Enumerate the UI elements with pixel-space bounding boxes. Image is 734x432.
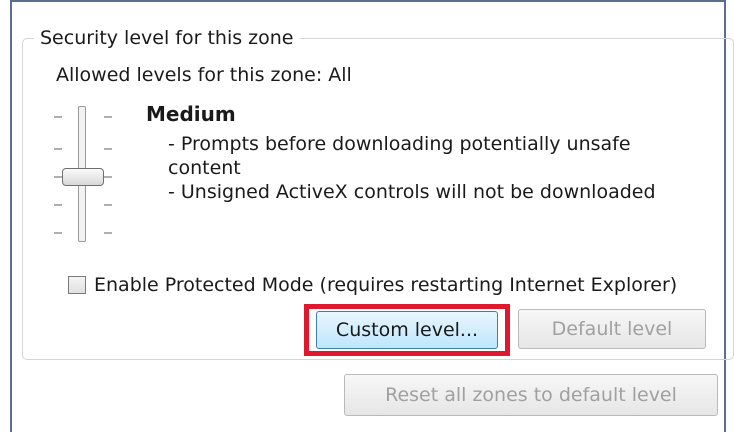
allowed-levels-label: Allowed levels for this zone: All [56,64,352,86]
slider-tick [104,204,112,206]
slider-tick [54,204,62,206]
slider-thumb[interactable] [62,168,104,186]
slider-tick [104,176,112,178]
level-description-line: - Unsigned ActiveX controls will not be … [168,181,656,203]
slider-tick [104,148,112,150]
slider-tick [54,148,62,150]
protected-mode-checkbox[interactable] [68,276,86,294]
level-title: Medium [146,102,236,126]
slider-tick [54,116,62,118]
slider-tick [54,176,62,178]
level-description-line: content [168,157,241,179]
group-legend: Security level for this zone [34,27,300,49]
level-description-line: - Prompts before downloading potentially… [168,133,631,155]
slider-tick [54,232,62,234]
protected-mode-label[interactable]: Enable Protected Mode (requires restarti… [94,274,677,296]
slider-tick [104,232,112,234]
security-level-slider[interactable] [50,104,116,244]
highlight-box [304,304,510,356]
reset-all-zones-button[interactable]: Reset all zones to default level [344,374,718,416]
default-level-button[interactable]: Default level [518,309,706,349]
protected-mode-row[interactable]: Enable Protected Mode (requires restarti… [68,274,677,296]
slider-tick [104,116,112,118]
